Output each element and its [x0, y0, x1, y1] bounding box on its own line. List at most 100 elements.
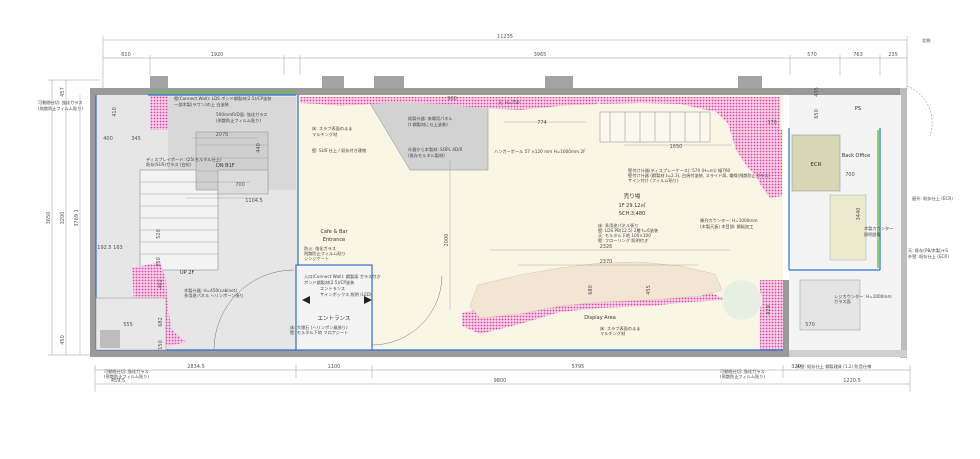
dim-bot-seg-3: 5795: [572, 364, 585, 370]
note-stair-2: 既存(SUS)ガラス (白化): [146, 161, 192, 168]
left-storage-box: [100, 330, 120, 348]
sales-floor-title: 売り場: [624, 192, 641, 200]
dim-700: 700: [235, 182, 245, 188]
note-top-left-2: 一部木製(ラワン)の上 白塗装: [174, 101, 230, 108]
cafe-label-2: Entrance: [323, 237, 345, 243]
note-entrance-5: サインボックス 照明 (LED): [320, 291, 372, 298]
dim-1650: 1650: [670, 144, 683, 150]
back-office-label: Back Office: [842, 153, 870, 159]
dim-left-inner: 3200: [60, 212, 66, 225]
dim-440: 440: [256, 143, 262, 153]
dim-520: 520: [156, 229, 162, 239]
dim-total-top: 11235: [497, 34, 513, 40]
entrance-label: エントランス: [318, 315, 351, 322]
note-bottom-r2: (飛散防止フィルム貼り): [720, 373, 765, 380]
dim-410: 410: [112, 107, 118, 117]
note-top-mid-3: 壁: SUS 仕上 / 既存付き建物: [312, 147, 366, 154]
dim-top-seg-3: 3965: [534, 52, 547, 58]
dim-bottom-right: 1220.5: [843, 378, 861, 384]
dim-680: 680: [588, 285, 594, 295]
plant: [722, 280, 762, 320]
note-top-left-4: (飛散防止フィルム貼り): [216, 117, 261, 124]
dim-429: 429: [766, 305, 772, 315]
note-counter-r2: (木製天板) 木目調: 鋼板加工: [700, 223, 753, 230]
note-top-mid-1: 床: スラブ表面のまま: [312, 125, 352, 132]
note-hanger: ハンガーポール 57 ×120 mm H=1600mm 2F: [494, 148, 586, 155]
back-office-counter: [829, 194, 867, 261]
dim-700r: 700: [845, 172, 855, 178]
dim-150: 150: [158, 340, 164, 350]
dim-left-bottom: 450: [60, 335, 66, 345]
dim-left-top: 457: [60, 87, 66, 97]
stair-dn-label: DN B1F: [216, 163, 235, 169]
stair-up-label: UP 2F: [180, 270, 194, 276]
floor-plan: 11235 610 1920 3965 570 763 235 2834.5 1…: [38, 34, 953, 392]
note-bottom-left-2: 多用途パネル ヘリンボーン張り: [184, 292, 244, 299]
dim-2326: 2326: [600, 244, 613, 250]
dim-left-inner2: 3769.1: [74, 209, 80, 227]
dim-total-bottom: 9800: [494, 378, 507, 384]
dim-345: 345: [131, 136, 141, 142]
note-entrance-2: ボンド鋼製材(2.5)/CP塗装: [304, 279, 355, 286]
dim-555: 555: [123, 322, 133, 328]
note-bottom-l2: (飛散防止フィルム貼り): [104, 373, 149, 380]
dim-1925: 192.5 163: [97, 245, 122, 251]
dim-250: 250: [156, 257, 162, 267]
ecr-label: ECR: [810, 162, 821, 168]
dim-top-seg-2: 1920: [211, 52, 224, 58]
cafe-label-1: Cafe & Bar: [320, 229, 348, 235]
note-counter-1: 既製什器: 来場用パネル: [408, 115, 453, 122]
dim-bot-seg-2: 1100: [328, 364, 341, 370]
note-top-left-1: 壁(Connect Wall): LDS ボンド鋼製材(2.5)/CP塗装: [174, 95, 272, 102]
dim-3440: 3440: [856, 208, 862, 221]
note-floor-4: 壁: フローリング 照明付き: [598, 237, 648, 244]
dim-400: 400: [103, 136, 113, 142]
dim-402: 402: [158, 279, 164, 289]
hanger-rail: [599, 111, 711, 143]
note-right-2: 照明設備: [864, 231, 881, 238]
note-entrance-1: 入口(Connect Wall): 鋼製扉 ガラス付き: [304, 273, 381, 280]
note-right-1: 木製カウンター: [864, 225, 893, 232]
display-area-label: Display Area: [584, 315, 616, 321]
dim-2070: 2070: [216, 132, 229, 138]
note-far-right-2: 天: 既存(PB/木製)+S: [908, 247, 948, 254]
dim-top-seg-1: 610: [121, 52, 131, 58]
dim-top-seg-4: 570: [807, 52, 817, 58]
ps-label: PS: [855, 106, 861, 112]
note-display-2: マルチング材: [600, 330, 625, 337]
note-register-2: ガラス面: [834, 298, 851, 305]
note-counter-2: (t 鋼製材に仕上塗装): [408, 121, 448, 128]
note-top-mid-2: マルチング材: [312, 131, 337, 138]
dim-435: 435: [814, 87, 820, 97]
note-ent-floor-2: 壁: モルタル下地 フロアシート: [290, 329, 348, 336]
dim-774: 774: [537, 120, 547, 126]
dim-1104: 1104.5: [245, 198, 263, 204]
dim-top-seg-6: 235: [888, 52, 898, 58]
note-top-left-3: 500mmR/D面: 強化ガラス: [216, 111, 267, 118]
dim-2000: 2000: [444, 234, 450, 247]
note-left-1: 可動間仕切: 強化ガラス: [38, 99, 83, 106]
dim-370: 370: [767, 120, 777, 126]
sales-floor-area: 1F 29.12㎡: [619, 202, 646, 209]
dim-455: 455: [646, 285, 652, 295]
dim-900: 900: [447, 96, 457, 102]
note-bottom-far: 外壁: 既存仕上 鋼製建具 (1.2) 防音仕様: [796, 363, 872, 370]
top-dimensions: [102, 36, 908, 90]
dim-650: 650: [814, 109, 820, 119]
dim-left-total: 3650: [46, 212, 52, 225]
dim-2370: 2370: [600, 259, 613, 265]
note-left-2: (飛散防止フィルム貼り): [38, 105, 83, 112]
exterior-door-swing: [906, 85, 933, 137]
dim-570: 570: [805, 322, 815, 328]
north-label: 北側: [922, 37, 930, 44]
note-counter-3: 什器から木製材: SOPL 4D/R: [408, 146, 462, 153]
note-counter-r1: 陳列カウンター: H=1000mm: [700, 217, 758, 224]
note-cafe-wall-3: シンジケート: [304, 255, 329, 261]
note-far-right-3: 外壁: 既存仕上 (ECR): [908, 253, 949, 260]
note-far-right-1: 屋外: 既存仕上 (ECR): [912, 195, 953, 202]
dim-bot-seg-1: 2834.5: [187, 364, 205, 370]
dim-top-seg-5: 763: [853, 52, 863, 58]
sales-floor-ceiling: SCH:3,480: [619, 211, 645, 217]
dim-682: 682: [158, 317, 164, 327]
note-counter-4: (既存モルタル製材): [408, 152, 445, 159]
